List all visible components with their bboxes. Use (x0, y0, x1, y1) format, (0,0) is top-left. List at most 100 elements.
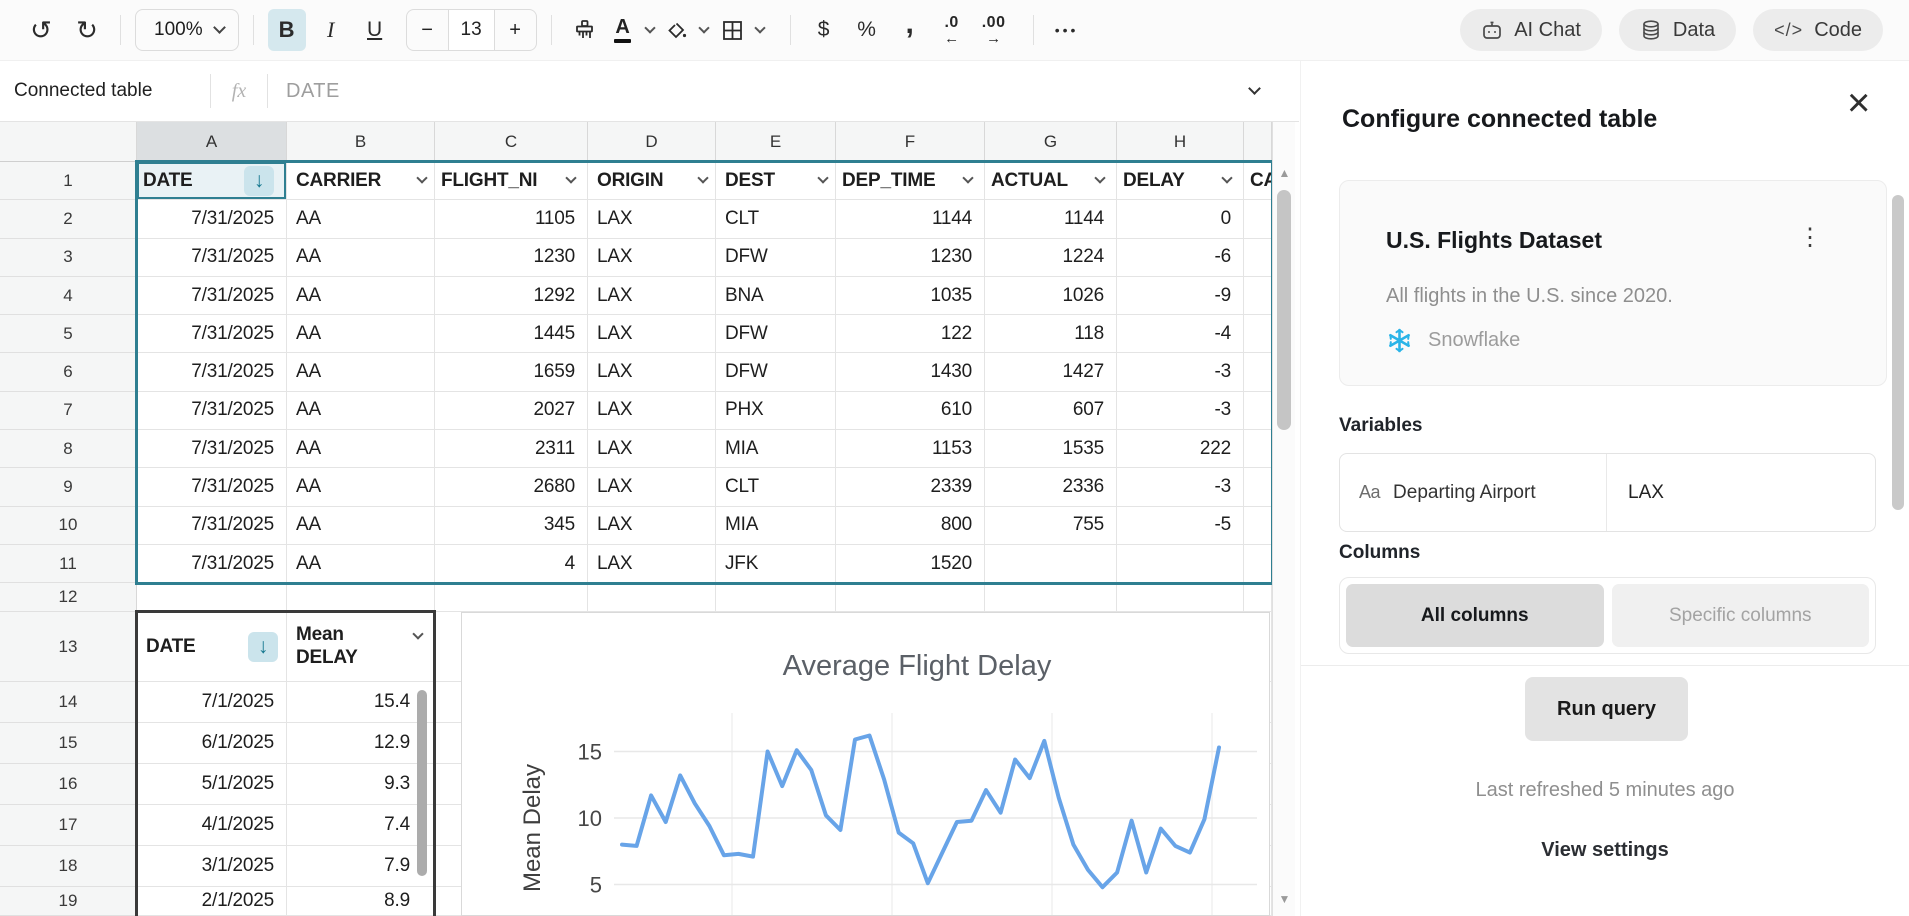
zoom-select[interactable]: 100% (135, 9, 239, 51)
cell-I5[interactable] (1244, 315, 1272, 354)
cell-A12[interactable] (137, 583, 287, 613)
cell-G9[interactable]: 2336 (985, 468, 1117, 507)
cell-D12[interactable] (588, 583, 716, 613)
italic-button[interactable]: I (312, 9, 350, 51)
cell-G4[interactable]: 1026 (985, 276, 1117, 316)
row-header-14[interactable]: 14 (0, 682, 137, 724)
cell-I3[interactable] (1244, 238, 1272, 277)
data-button[interactable]: Data (1618, 9, 1737, 51)
cell-A7[interactable]: 7/31/2025 (137, 391, 287, 431)
row-header-19[interactable]: 19 (0, 887, 137, 916)
cell-C5[interactable]: 1445 (435, 315, 588, 354)
cell-B9[interactable]: AA (287, 468, 435, 507)
cell-D1[interactable]: ORIGIN (588, 162, 716, 201)
row-header-3[interactable]: 3 (0, 238, 137, 277)
cell-A3[interactable]: 7/31/2025 (137, 238, 287, 277)
cell-A6[interactable]: 7/31/2025 (137, 353, 287, 392)
cell-E6[interactable]: DFW (716, 353, 836, 392)
cell-I10[interactable] (1244, 506, 1272, 545)
cell-G7[interactable]: 607 (985, 391, 1117, 431)
cell-H3[interactable]: -6 (1117, 238, 1244, 277)
cell-D8[interactable]: LAX (588, 430, 716, 469)
cell-D5[interactable]: LAX (588, 315, 716, 354)
scrollbar-thumb[interactable] (1277, 190, 1291, 430)
cell-F5[interactable]: 122 (836, 315, 985, 354)
cell-E2[interactable]: CLT (716, 200, 836, 239)
cell-I11[interactable] (1244, 544, 1272, 584)
cell-D2[interactable]: LAX (588, 200, 716, 239)
decrease-font-button[interactable]: − (407, 10, 448, 50)
cell-E11[interactable]: JFK (716, 544, 836, 584)
cell-A16[interactable]: 5/1/2025 (137, 764, 287, 806)
cell-G2[interactable]: 1144 (985, 200, 1117, 239)
cell-B12[interactable] (287, 583, 435, 613)
cell-F1[interactable]: DEP_TIME (836, 162, 985, 201)
sort-descending-icon[interactable]: ↓ (244, 165, 274, 196)
redo-icon[interactable]: ↻ (68, 9, 106, 51)
view-settings-link[interactable]: View settings (1301, 839, 1909, 862)
cell-C6[interactable]: 1659 (435, 353, 588, 392)
increase-decimal-button[interactable]: .00 → (975, 9, 1013, 51)
cell-I1[interactable]: CA (1244, 162, 1272, 201)
cell-F9[interactable]: 2339 (836, 468, 985, 507)
cell-F11[interactable]: 1520 (836, 544, 985, 584)
formula-bar-expand-icon[interactable] (1248, 82, 1261, 95)
column-header-D[interactable]: D (588, 122, 716, 162)
chevron-down-icon[interactable] (697, 21, 710, 34)
sort-descending-icon[interactable]: ↓ (248, 631, 278, 662)
font-size-value[interactable]: 13 (447, 10, 495, 50)
cell-A18[interactable]: 3/1/2025 (137, 846, 287, 888)
cell-E7[interactable]: PHX (716, 391, 836, 431)
cell-I6[interactable] (1244, 353, 1272, 392)
chevron-down-icon[interactable] (697, 172, 709, 184)
summary-table-scrollbar[interactable] (417, 690, 427, 876)
row-header-10[interactable]: 10 (0, 506, 137, 545)
cell-C1[interactable]: FLIGHT_NI (435, 162, 588, 201)
cell-H1[interactable]: DELAY (1117, 162, 1244, 201)
close-icon[interactable]: × (1847, 83, 1870, 123)
paint-format-icon[interactable] (566, 9, 604, 51)
variable-value-input[interactable]: LAX (1607, 454, 1875, 531)
underline-button[interactable]: U (356, 9, 394, 51)
chevron-down-icon[interactable] (753, 21, 766, 34)
row-header-9[interactable]: 9 (0, 468, 137, 507)
cell-C2[interactable]: 1105 (435, 200, 588, 239)
cell-C3[interactable]: 1230 (435, 238, 588, 277)
fill-color-icon[interactable] (662, 9, 692, 51)
cell-B18[interactable]: 7.9 (287, 846, 435, 888)
chevron-down-icon[interactable] (1221, 172, 1233, 184)
cell-H11[interactable] (1117, 544, 1244, 584)
column-header-partial[interactable] (1244, 122, 1272, 162)
cell-B1[interactable]: CARRIER (287, 162, 435, 201)
code-button[interactable]: </> Code (1753, 9, 1883, 51)
row-header-1[interactable]: 1 (0, 162, 137, 201)
variable-name-cell[interactable]: Aa Departing Airport (1340, 454, 1607, 531)
cell-A4[interactable]: 7/31/2025 (137, 276, 287, 316)
cell-G3[interactable]: 1224 (985, 238, 1117, 277)
cell-B4[interactable]: AA (287, 276, 435, 316)
cell-E3[interactable]: DFW (716, 238, 836, 277)
cell-D4[interactable]: LAX (588, 276, 716, 316)
percent-format-button[interactable]: % (848, 9, 886, 51)
cell-B15[interactable]: 12.9 (287, 723, 435, 765)
chevron-down-icon[interactable] (962, 172, 974, 184)
cell-F4[interactable]: 1035 (836, 276, 985, 316)
row-header-18[interactable]: 18 (0, 846, 137, 888)
row-header-7[interactable]: 7 (0, 391, 137, 431)
column-header-B[interactable]: B (287, 122, 435, 162)
chevron-down-icon[interactable] (1094, 172, 1106, 184)
cell-E5[interactable]: DFW (716, 315, 836, 354)
column-header-F[interactable]: F (836, 122, 985, 162)
scroll-up-icon[interactable]: ▲ (1273, 166, 1296, 180)
row-header-13[interactable]: 13 (0, 612, 137, 683)
cell-E12[interactable] (716, 583, 836, 613)
cell-D6[interactable]: LAX (588, 353, 716, 392)
cell-H7[interactable]: -3 (1117, 391, 1244, 431)
cell-I7[interactable] (1244, 391, 1272, 431)
row-header-12[interactable]: 12 (0, 583, 137, 613)
borders-icon[interactable] (718, 9, 748, 51)
row-header-11[interactable]: 11 (0, 544, 137, 584)
cell-C10[interactable]: 345 (435, 506, 588, 545)
cell-F7[interactable]: 610 (836, 391, 985, 431)
chevron-down-icon[interactable] (565, 172, 577, 184)
